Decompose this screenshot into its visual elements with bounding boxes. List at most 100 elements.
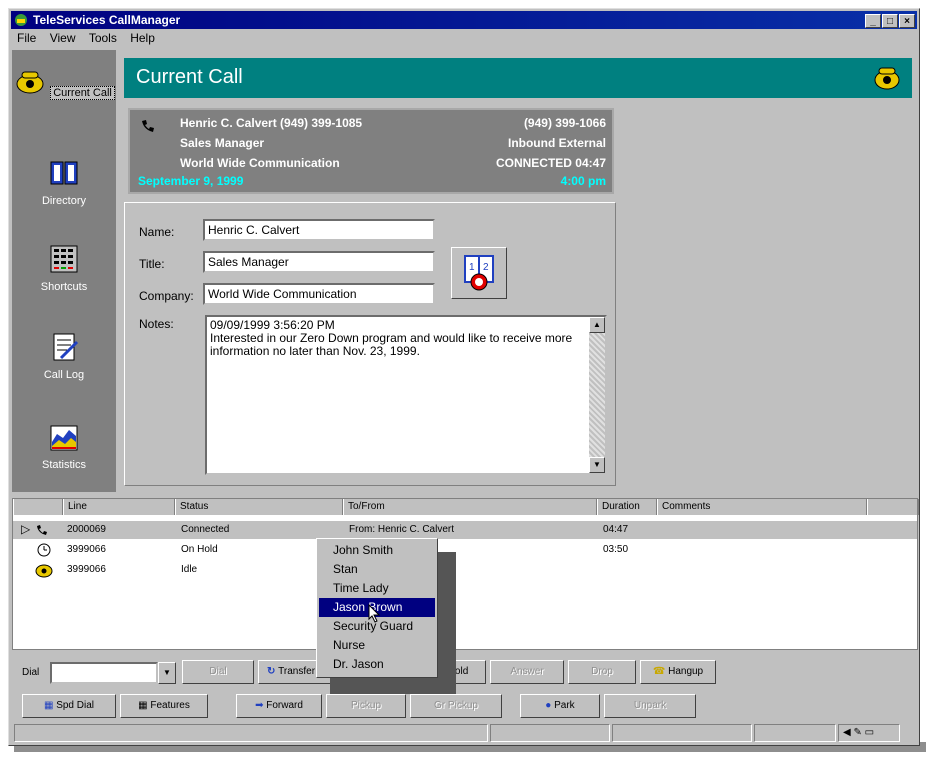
- pickup-button-label: Pickup: [350, 700, 381, 711]
- status-pane-3: [612, 724, 752, 742]
- park-button[interactable]: ● Park: [520, 694, 600, 718]
- hangup-button-label: Hangup: [668, 666, 704, 677]
- unpark-button-label: Unpark: [633, 700, 667, 711]
- col-blank: [13, 499, 63, 515]
- sidebar: Current Call Directory Shortcuts Call Lo…: [12, 50, 116, 492]
- calendar-icon: 1 2: [464, 255, 494, 291]
- forward-button-label: Forward: [266, 700, 303, 711]
- speaker-icon: ◀: [843, 727, 851, 738]
- maximize-button[interactable]: □: [882, 14, 898, 28]
- notes-line: information no later than Nov. 23, 1999.: [210, 344, 420, 358]
- col-tofrom[interactable]: To/From: [343, 499, 597, 515]
- sidebar-item-call-log[interactable]: Call Log: [12, 332, 116, 381]
- contact-form: Name: Henric C. Calvert Title: Sales Man…: [124, 202, 616, 486]
- table-row[interactable]: ▷ 2000069 Connected From: Henric C. Calv…: [13, 521, 917, 539]
- forward-icon: ➡: [255, 700, 267, 711]
- col-comments[interactable]: Comments: [657, 499, 867, 515]
- address-book-button[interactable]: 1 2: [451, 247, 507, 299]
- popup-item[interactable]: Time Lady: [319, 579, 435, 598]
- tray-icons: ◀ ✎ ▭: [838, 724, 900, 742]
- title-bar[interactable]: TeleServices CallManager _ □ ×: [11, 11, 917, 29]
- cell-status: Connected: [181, 524, 230, 535]
- features-icon: ▦: [138, 700, 151, 711]
- popup-item[interactable]: Stan: [319, 560, 435, 579]
- monitor-icon: ▭: [864, 727, 875, 738]
- minimize-button[interactable]: _: [865, 14, 881, 28]
- dial-input[interactable]: [50, 662, 158, 684]
- col-filler: [867, 499, 919, 515]
- popup-item[interactable]: Nurse: [319, 636, 435, 655]
- grid-header: Line Status To/From Duration Comments: [13, 499, 919, 515]
- window-title: TeleServices CallManager: [33, 13, 181, 27]
- sidebar-label: Call Log: [43, 369, 85, 381]
- unpark-button[interactable]: Unpark: [604, 694, 696, 718]
- notepad-icon: [53, 333, 79, 361]
- group-pickup-button[interactable]: Gr Pickup: [410, 694, 502, 718]
- features-toolbar: ▦ Spd Dial ▦ Features ➡ Forward Pickup G…: [12, 694, 918, 720]
- hold-icon: [37, 543, 51, 557]
- sidebar-item-shortcuts[interactable]: Shortcuts: [12, 244, 116, 293]
- sidebar-label: Directory: [41, 195, 86, 207]
- scroll-up-button[interactable]: ▲: [589, 317, 605, 333]
- dial-label: Dial: [22, 667, 40, 678]
- call-direction: Inbound External: [507, 136, 606, 150]
- call-info-panel: Henric C. Calvert (949) 399-1085 (949) 3…: [128, 108, 614, 194]
- col-line[interactable]: Line: [63, 499, 175, 515]
- features-button[interactable]: ▦ Features: [120, 694, 208, 718]
- drop-button[interactable]: Drop: [568, 660, 636, 684]
- call-date: September 9, 1999: [138, 174, 244, 188]
- call-toolbar: Dial ▼ Dial ↻ Transfer Hold Answer Drop …: [12, 660, 918, 686]
- speed-dial-button-label: Spd Dial: [56, 700, 95, 711]
- hangup-icon: ☎: [652, 666, 669, 677]
- menu-view[interactable]: View: [50, 31, 76, 45]
- transfer-icon: ↻: [267, 666, 279, 677]
- company-field[interactable]: World Wide Communication: [203, 283, 435, 305]
- dial-dropdown-button[interactable]: ▼: [158, 662, 176, 684]
- mouse-cursor-icon: [368, 604, 381, 623]
- hangup-button[interactable]: ☎ Hangup: [640, 660, 716, 684]
- menu-help[interactable]: Help: [130, 31, 155, 45]
- caller-name: Henric C. Calvert (949) 399-1085: [180, 116, 363, 130]
- col-duration[interactable]: Duration: [597, 499, 657, 515]
- svg-text:2: 2: [483, 262, 489, 273]
- phone-icon: [16, 71, 44, 94]
- col-status[interactable]: Status: [175, 499, 343, 515]
- answer-button[interactable]: Answer: [490, 660, 564, 684]
- name-field[interactable]: Henric C. Calvert: [203, 219, 435, 241]
- sidebar-item-statistics[interactable]: Statistics: [12, 422, 116, 471]
- cell-duration: 03:50: [603, 544, 629, 555]
- sidebar-label: Current Call: [50, 86, 115, 100]
- park-button-label: Park: [554, 700, 575, 711]
- sidebar-item-directory[interactable]: Directory: [12, 158, 116, 207]
- popup-item[interactable]: Dr. Jason: [319, 655, 435, 674]
- menu-file[interactable]: File: [17, 31, 36, 45]
- answer-button-label: Answer: [510, 666, 544, 677]
- status-pane-4: [754, 724, 836, 742]
- speed-dial-icon: ▦: [43, 700, 57, 711]
- forward-button[interactable]: ➡ Forward: [236, 694, 322, 718]
- dial-button[interactable]: Dial: [182, 660, 254, 684]
- table-row[interactable]: 3999066 Idle: [13, 561, 917, 579]
- menu-tools[interactable]: Tools: [89, 31, 117, 45]
- notes-textarea[interactable]: 09/09/1999 3:56:20 PM Interested in our …: [205, 315, 607, 475]
- book-icon: [50, 161, 78, 185]
- notes-label: Notes:: [139, 317, 174, 331]
- title-field[interactable]: Sales Manager: [203, 251, 435, 273]
- cell-line: 2000069: [67, 524, 106, 535]
- title-label: Title:: [139, 257, 165, 271]
- status-bar: ◀ ✎ ▭: [12, 724, 918, 744]
- close-button[interactable]: ×: [899, 14, 915, 28]
- sidebar-label: Statistics: [41, 459, 86, 471]
- pickup-button[interactable]: Pickup: [326, 694, 406, 718]
- table-row[interactable]: 3999066 On Hold 03:50: [13, 541, 917, 559]
- popup-item[interactable]: John Smith: [319, 541, 435, 560]
- sidebar-item-current-call[interactable]: Current Call: [12, 66, 116, 100]
- speed-dial-button[interactable]: ▦ Spd Dial: [22, 694, 116, 718]
- scroll-down-button[interactable]: ▼: [589, 457, 605, 473]
- call-time: 4:00 pm: [560, 174, 606, 188]
- dial-button-label: Dial: [209, 666, 227, 677]
- tool-icon: ✎: [853, 727, 862, 738]
- notes-scrollbar[interactable]: ▲ ▼: [589, 317, 605, 473]
- app-phone-icon: [15, 14, 27, 26]
- transfer-button-label: Transfer: [278, 666, 316, 677]
